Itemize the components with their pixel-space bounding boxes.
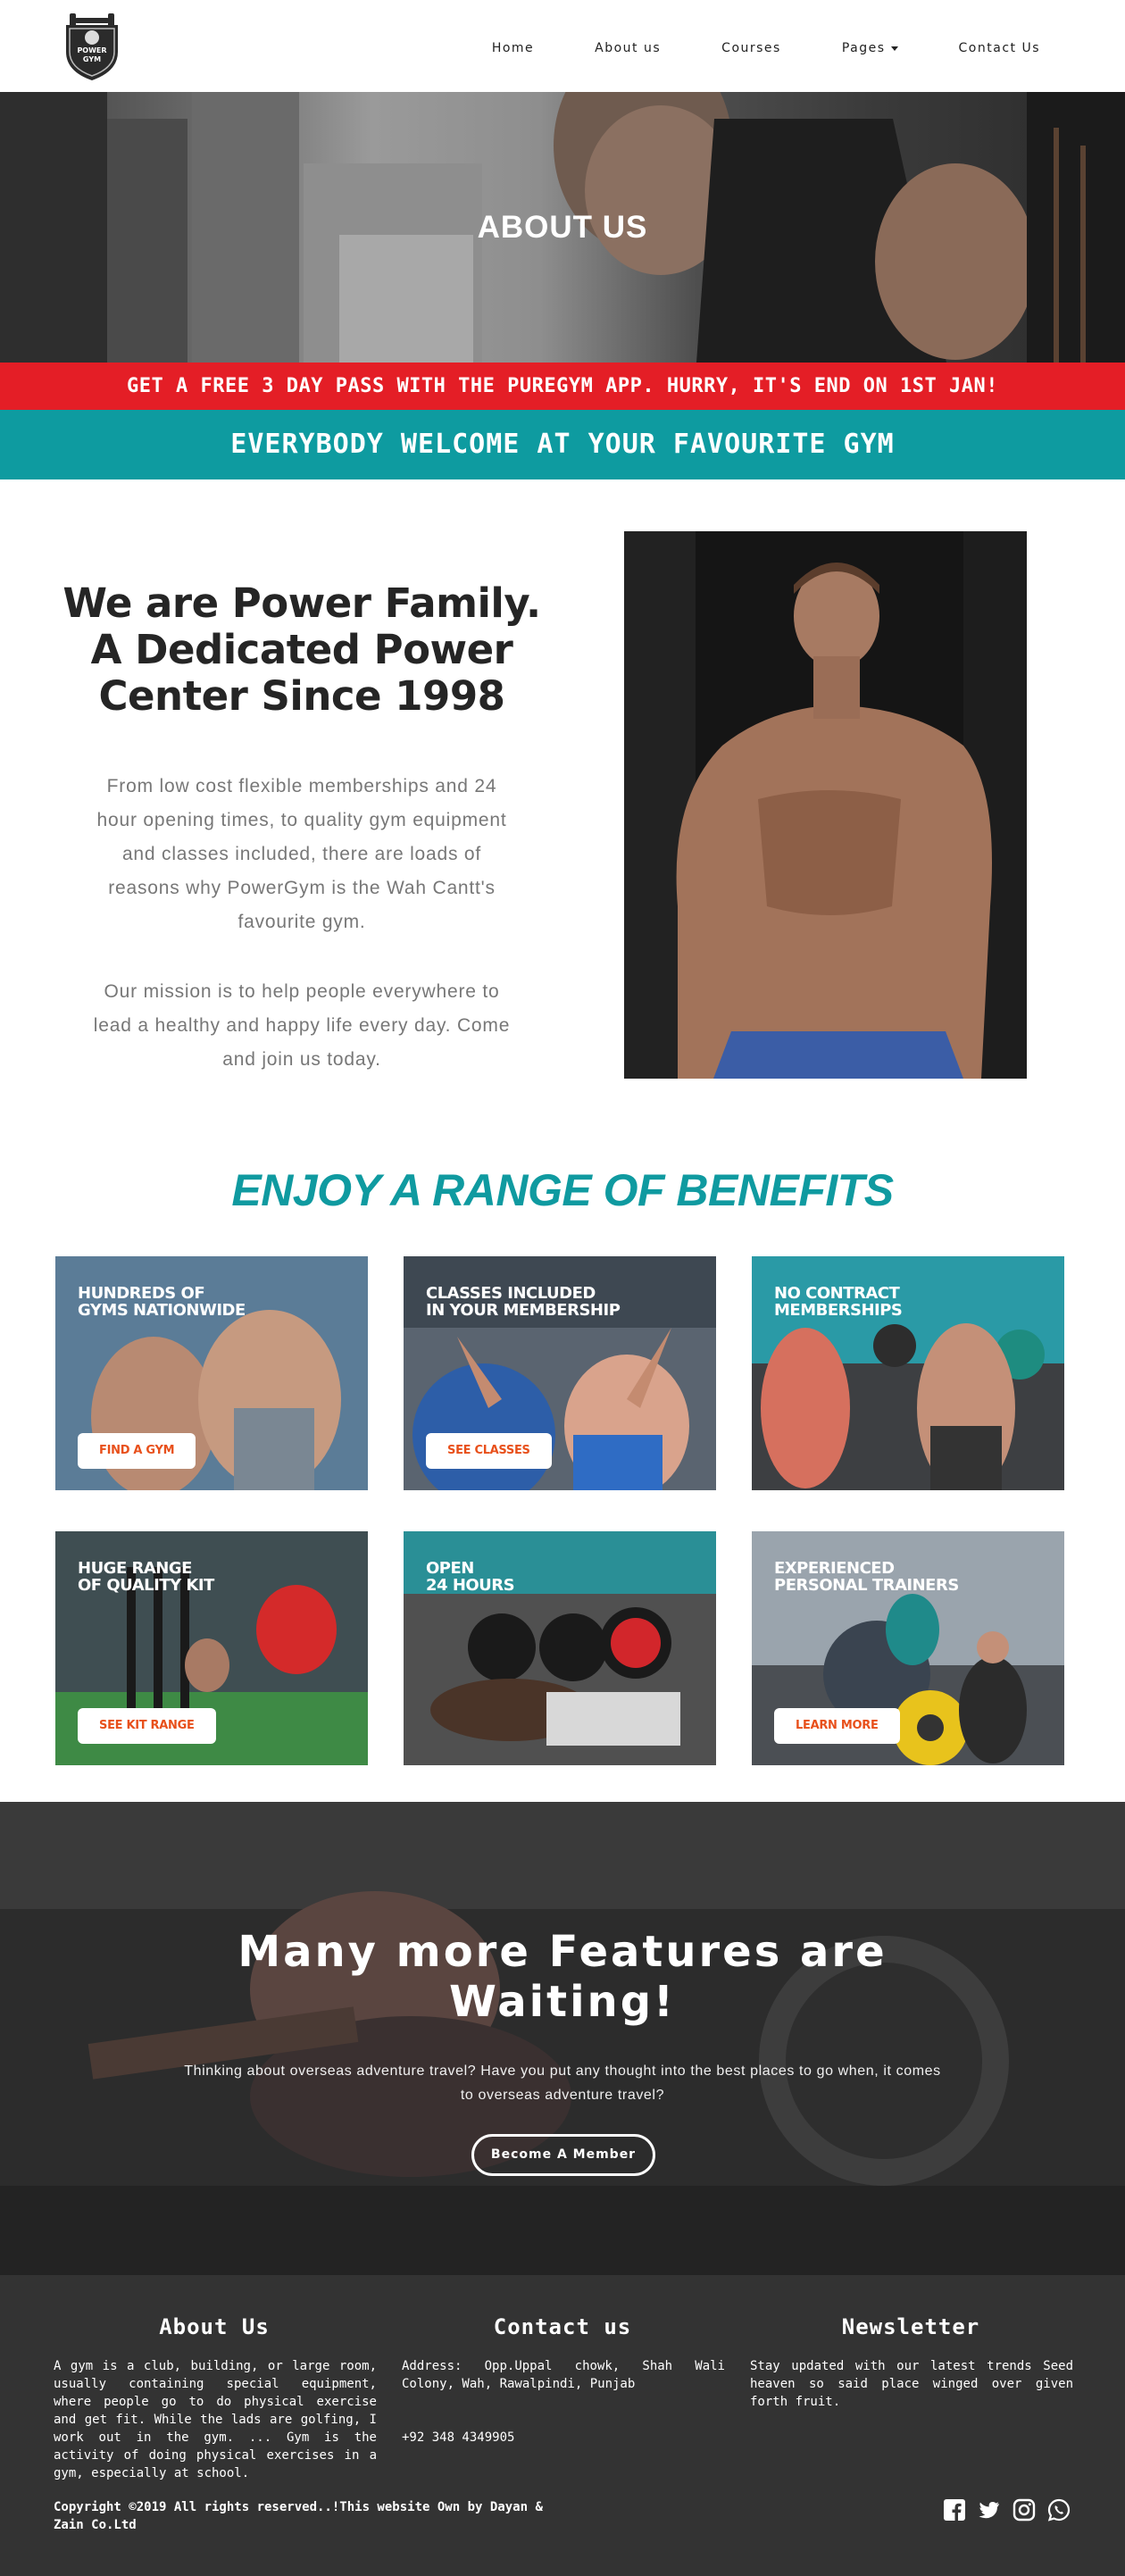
benefit-card-label: NO CONTRACT MEMBERSHIPS [774, 1285, 1042, 1319]
become-a-member-button[interactable]: Become A Member [471, 2134, 655, 2176]
see-kit-range-button[interactable]: SEE KIT RANGE [78, 1708, 216, 1744]
main-nav: Home About us Courses Pages Contact Us [431, 41, 1040, 55]
nav-home[interactable]: Home [492, 41, 534, 55]
features-title-line: Many more Features are [238, 1927, 888, 1977]
benefit-card-label: OPEN 24 HOURS [426, 1560, 694, 1594]
chevron-down-icon [890, 46, 898, 51]
label-line: OPEN [426, 1559, 474, 1578]
nav-courses[interactable]: Courses [721, 41, 781, 55]
benefit-card-open-24: OPEN 24 HOURS [404, 1531, 716, 1765]
features-background-photo [0, 1802, 1125, 2275]
copyright-text: Copyright ©2019 All rights reserved..!Th… [54, 2500, 543, 2532]
benefits-title: ENJOY A RANGE OF BENEFITS [231, 1165, 894, 1215]
benefit-card-label: EXPERIENCED PERSONAL TRAINERS [774, 1560, 1042, 1594]
nav-pages-label: Pages [841, 41, 886, 55]
social-links [943, 2498, 1082, 2522]
label-line: GYMS NATIONWIDE [78, 1301, 246, 1320]
label-line: OF QUALITY KIT [78, 1576, 214, 1595]
benefit-card-no-contract: NO CONTRACT MEMBERSHIPS [752, 1256, 1064, 1490]
footer-about-title: About Us [159, 2314, 270, 2339]
benefit-card-kit: HUGE RANGE OF QUALITY KIT SEE KIT RANGE [55, 1531, 368, 1765]
instagram-icon[interactable] [1012, 2498, 1036, 2522]
find-a-gym-button[interactable]: FIND A GYM [78, 1433, 196, 1469]
label-line: HUNDREDS OF [78, 1284, 205, 1303]
benefit-card-classes: CLASSES INCLUDED IN YOUR MEMBERSHIP SEE … [404, 1256, 716, 1490]
label-line: CLASSES INCLUDED [426, 1284, 596, 1303]
nav-about-us[interactable]: About us [595, 41, 661, 55]
label-line: IN YOUR MEMBERSHIP [426, 1301, 621, 1320]
about-heading-line: A Dedicated Power [90, 626, 513, 673]
benefit-card-label: HUGE RANGE OF QUALITY KIT [78, 1560, 346, 1594]
facebook-icon[interactable] [943, 2498, 966, 2522]
bodybuilder-photo [624, 531, 1027, 1079]
footer-about-text: A gym is a club, building, or large room… [54, 2359, 377, 2480]
label-line: EXPERIENCED [774, 1559, 895, 1578]
features-title: Many more Features are Waiting! [0, 1927, 1125, 2027]
features-description: Thinking about overseas adventure travel… [184, 2063, 941, 2103]
twitter-icon[interactable] [978, 2498, 1001, 2522]
hero-banner: ABOUT US [0, 92, 1125, 363]
label-line: NO CONTRACT [774, 1284, 900, 1303]
svg-text:GYM: GYM [83, 55, 101, 63]
features-section: Many more Features are Waiting! Thinking… [0, 1802, 1125, 2275]
power-gym-logo[interactable]: POWER GYM [61, 13, 123, 82]
about-heading-line: Center Since 1998 [98, 672, 505, 720]
label-line: PERSONAL TRAINERS [774, 1576, 959, 1595]
nav-contact-us[interactable]: Contact Us [959, 41, 1040, 55]
contact-phone[interactable]: +92 348 4349905 [402, 2429, 725, 2447]
benefit-card-gyms: HUNDREDS OF GYMS NATIONWIDE FIND A GYM [55, 1256, 368, 1490]
about-paragraph-memberships: From low cost flexible memberships and 2… [96, 776, 507, 932]
footer-newsletter-title: Newsletter [841, 2314, 980, 2339]
benefit-card-label: HUNDREDS OF GYMS NATIONWIDE [78, 1285, 346, 1319]
about-heading: We are Power Family. A Dedicated Power C… [62, 580, 541, 720]
svg-text:POWER: POWER [77, 46, 106, 54]
about-heading-line: We are Power Family. [62, 579, 541, 627]
nav-pages-dropdown[interactable]: Pages [842, 41, 898, 55]
see-classes-button[interactable]: SEE CLASSES [426, 1433, 552, 1469]
welcome-banner: EVERYBODY WELCOME AT YOUR FAVOURITE GYM [0, 410, 1125, 479]
label-line: HUGE RANGE [78, 1559, 192, 1578]
benefit-card-trainers: EXPERIENCED PERSONAL TRAINERS LEARN MORE [752, 1531, 1064, 1765]
navbar: POWER GYM Home About us Courses Pages Co… [0, 0, 1125, 92]
footer-contact-title: Contact us [493, 2314, 632, 2339]
footer-contact-info: Address: Opp.Uppal chowk, Shah Wali Colo… [402, 2357, 725, 2447]
hero-title: ABOUT US [477, 210, 648, 245]
features-title-line: Waiting! [449, 1977, 676, 2027]
contact-address: Address: Opp.Uppal chowk, Shah Wali Colo… [402, 2359, 725, 2391]
learn-more-button[interactable]: LEARN MORE [774, 1708, 900, 1744]
promo-banner: GET A FREE 3 DAY PASS WITH THE PUREGYM A… [0, 363, 1125, 410]
label-line: 24 HOURS [426, 1576, 515, 1595]
label-line: MEMBERSHIPS [774, 1301, 903, 1320]
benefit-card-label: CLASSES INCLUDED IN YOUR MEMBERSHIP [426, 1285, 694, 1319]
about-paragraph-mission: Our mission is to help people everywhere… [93, 981, 511, 1070]
whatsapp-icon[interactable] [1047, 2498, 1071, 2522]
footer-newsletter-text: Stay updated with our latest trends Seed… [750, 2359, 1073, 2409]
footer: About Us A gym is a club, building, or l… [0, 2275, 1125, 2576]
